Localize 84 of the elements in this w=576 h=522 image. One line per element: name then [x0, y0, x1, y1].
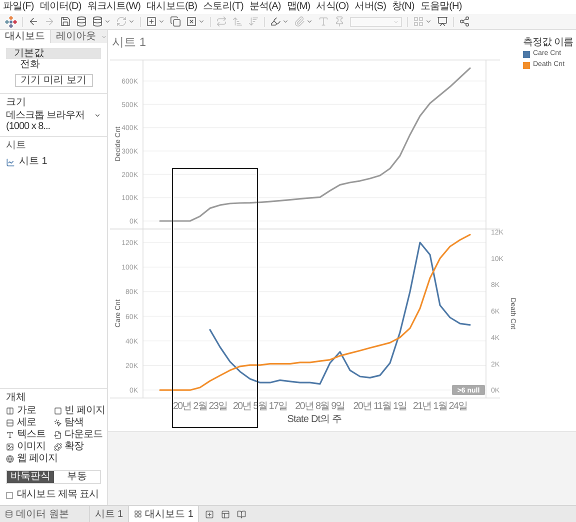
object-item[interactable]: 확장 [54, 441, 101, 452]
section-heading: 크기 [6, 97, 27, 109]
square-icon [54, 406, 62, 414]
text-icon [6, 430, 14, 438]
menu-item[interactable]: 서식(O) [316, 2, 349, 12]
chart-icon [6, 158, 15, 166]
caret-icon [393, 18, 399, 24]
caret-icon[interactable] [306, 18, 313, 25]
sort-ascending-icon[interactable] [232, 16, 243, 27]
sheet-item[interactable]: 시트 1 [6, 156, 101, 168]
new-story-icon[interactable] [237, 510, 246, 518]
size-dropdown[interactable]: 데스크톱 브라우저(1000 x 8... [6, 110, 101, 132]
database-icon[interactable] [76, 16, 87, 27]
caret-icon[interactable] [282, 18, 289, 25]
save-icon[interactable] [60, 16, 71, 27]
pin-icon[interactable] [334, 16, 345, 27]
menu-item[interactable]: 창(N) [392, 2, 414, 12]
menu-item[interactable]: 맵(M) [286, 2, 310, 12]
new-sheet-icon[interactable] [146, 16, 157, 27]
checkbox-label: 대시보드 제목 표시 [17, 489, 99, 501]
paperclip-icon[interactable] [294, 16, 305, 27]
pointer-icon [54, 418, 62, 426]
highlighter-icon[interactable] [270, 16, 281, 27]
caret-icon[interactable] [128, 18, 135, 25]
clear-icon[interactable] [186, 16, 197, 27]
legend-title: 측정값 이름 [523, 37, 574, 48]
refresh-icon[interactable] [116, 16, 127, 27]
checkbox[interactable] [6, 492, 13, 498]
axis-title: State Dt의 주 [287, 414, 342, 425]
axis-tick-label: 20년 8월 9일 [295, 401, 345, 412]
sheet-tab[interactable]: 대시보드 1 [129, 506, 200, 522]
panel-tab[interactable]: 대시보드 [0, 30, 50, 43]
puzzle-icon [54, 442, 62, 450]
caret-icon[interactable] [101, 34, 107, 40]
axis-tick-label: 20년 2월 23일 [172, 401, 228, 412]
object-item[interactable]: 다운로드 [54, 429, 101, 440]
rows-icon [6, 418, 14, 426]
caret-icon [94, 112, 101, 119]
caret-icon[interactable] [198, 18, 205, 25]
new-sheet-icon[interactable] [205, 510, 214, 518]
arrow-right-icon[interactable] [44, 16, 55, 27]
menu-item[interactable]: 스토리(T) [203, 2, 244, 12]
device-item[interactable]: 기본값 [6, 48, 101, 59]
share-icon[interactable] [459, 16, 470, 27]
object-item[interactable]: 세로 [6, 417, 54, 428]
menu-item[interactable]: 분석(A) [249, 2, 281, 12]
file-export-icon [54, 430, 62, 438]
arrow-left-icon[interactable] [28, 16, 39, 27]
grid-icon [134, 510, 142, 518]
object-item[interactable]: 가로 [6, 405, 54, 416]
swap-icon[interactable] [216, 16, 227, 27]
menu-item[interactable]: 파일(F) [3, 2, 34, 12]
object-item[interactable]: 이미지 [6, 441, 54, 452]
sheet-title: 시트 1 [112, 34, 146, 52]
device-item[interactable]: 전화 [6, 59, 101, 70]
section-heading: 개체 [6, 392, 27, 404]
image-icon [6, 442, 14, 450]
object-item[interactable]: 탐색 [54, 417, 101, 428]
logo-icon[interactable] [5, 16, 17, 28]
show-me-icon[interactable] [413, 16, 424, 27]
globe-icon [6, 454, 14, 462]
caret-icon[interactable] [425, 18, 432, 25]
object-item[interactable]: 텍스트 [6, 429, 54, 440]
caret-icon[interactable] [158, 18, 165, 25]
presentation-icon[interactable] [437, 16, 448, 27]
menu-item[interactable]: 대시보드(B) [146, 2, 198, 12]
sort-descending-icon[interactable] [248, 16, 259, 27]
axis-tick-label: 21년 1월 24일 [412, 401, 468, 412]
section-heading: 시트 [6, 140, 27, 152]
menu-item[interactable]: 데이터(D) [40, 2, 82, 12]
menu-item[interactable]: 도움말(H) [420, 2, 462, 12]
database-icon [5, 510, 13, 518]
device-preview-button[interactable]: 기기 미리 보기 [14, 74, 92, 87]
axis-tick-label: 20년 11월 1일 [353, 401, 407, 412]
database-icon[interactable] [92, 16, 103, 27]
menu-item[interactable]: 워크시트(W) [87, 2, 141, 12]
new-dashboard-icon[interactable] [221, 510, 230, 518]
caret-icon[interactable] [104, 18, 111, 25]
menu-item[interactable]: 서버(S) [354, 2, 386, 12]
text-icon[interactable] [318, 16, 329, 27]
copy-icon[interactable] [170, 16, 181, 27]
panel-tab[interactable]: 레이아웃 [50, 30, 101, 43]
columns-icon [6, 406, 14, 414]
layout-toggle[interactable]: 바둑판식 [7, 471, 54, 483]
